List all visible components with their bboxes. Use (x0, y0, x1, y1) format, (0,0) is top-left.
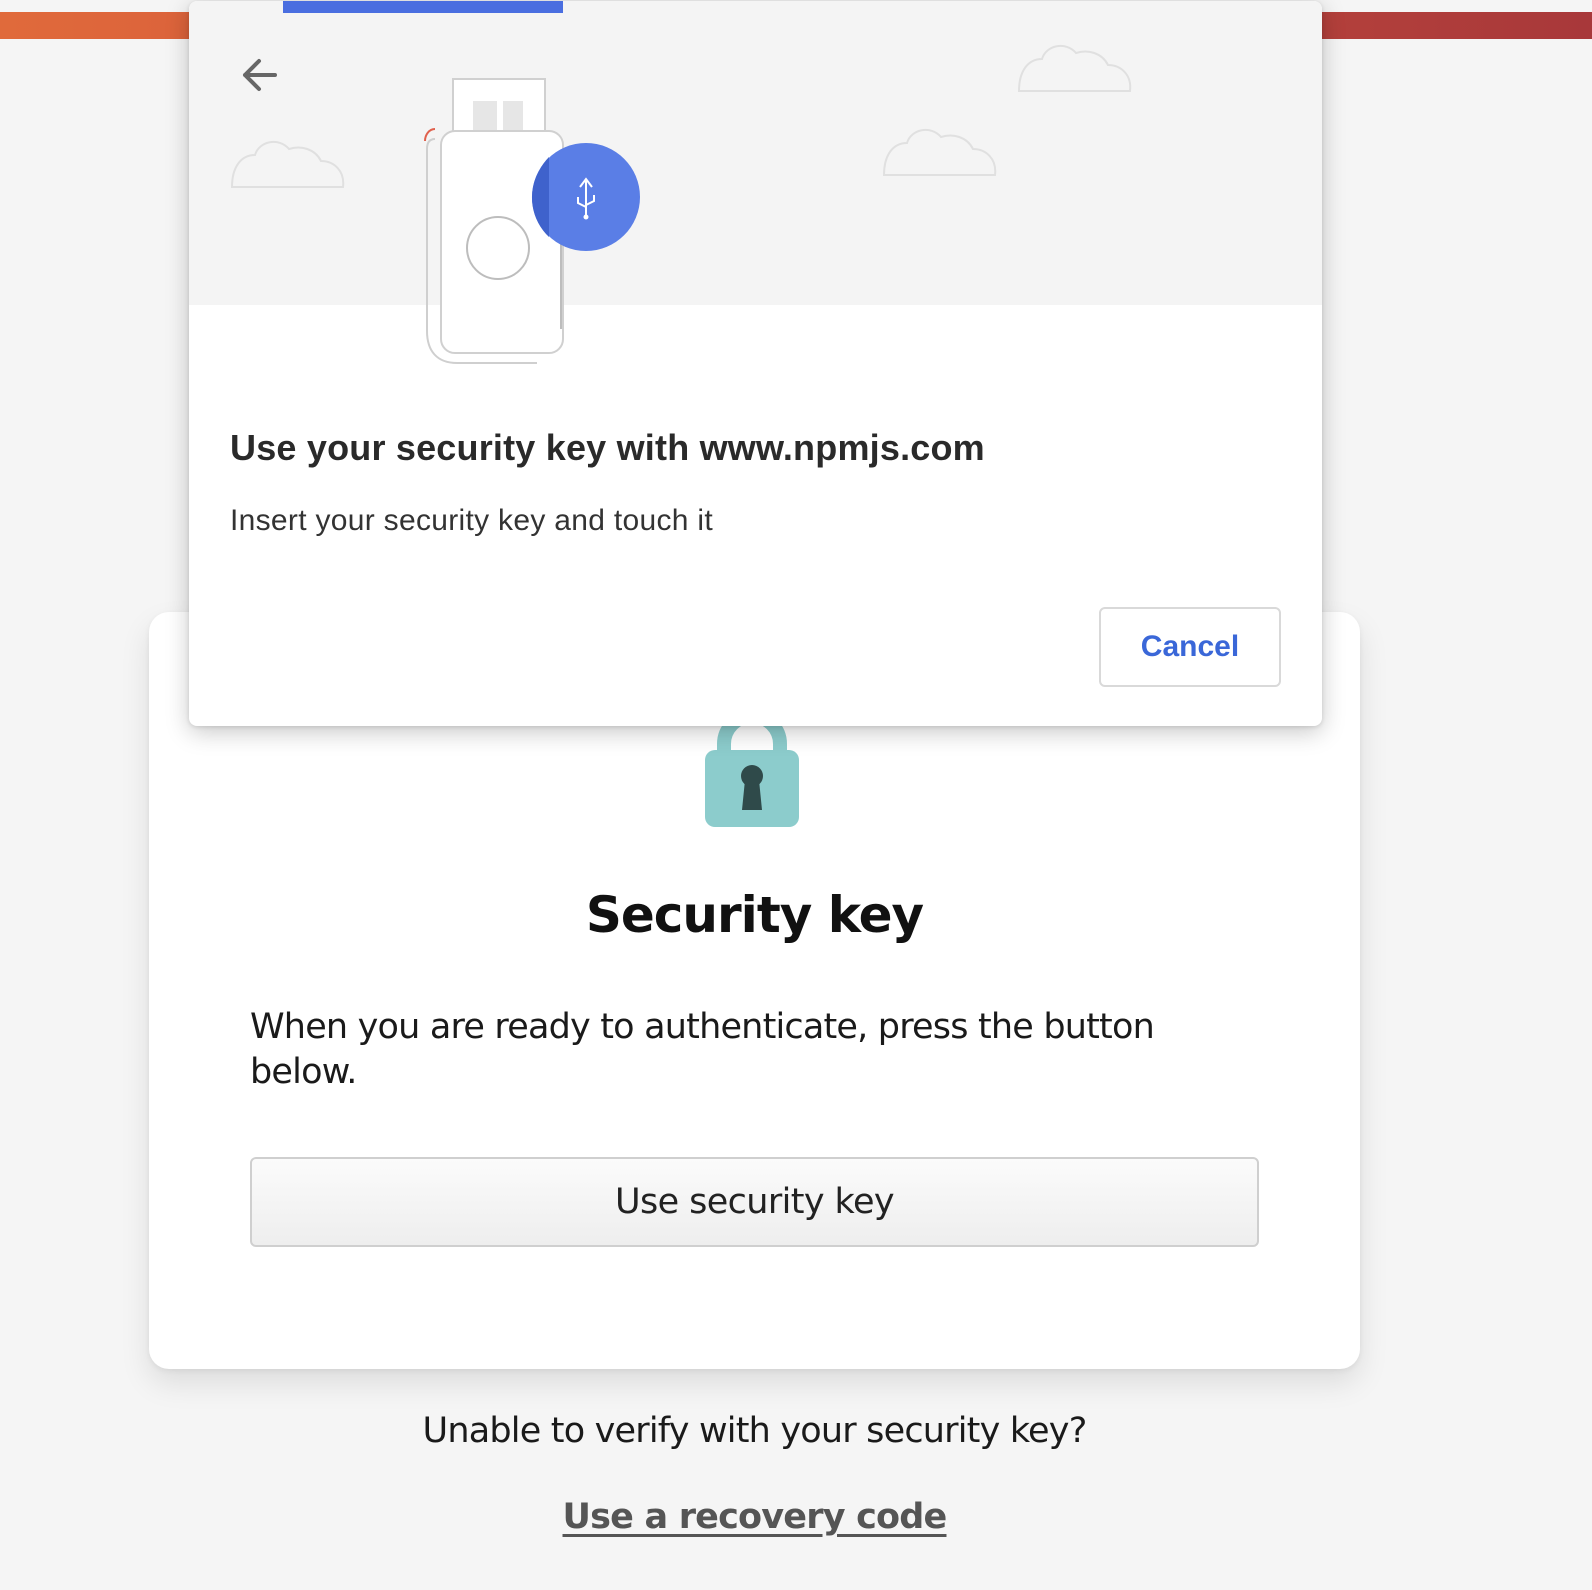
unable-to-verify-text: Unable to verify with your security key? (422, 1411, 1088, 1451)
card-title: Security key (585, 886, 924, 944)
dialog-instruction: Insert your security key and touch it (230, 504, 713, 537)
dialog-title: Use your security key with www.npmjs.com (230, 427, 985, 468)
security-key-illustration (230, 44, 1132, 364)
cloud-icon (230, 44, 1132, 188)
use-recovery-code-link[interactable]: Use a recovery code (563, 1497, 948, 1537)
card-description: When you are ready to authenticate, pres… (250, 1007, 1155, 1092)
webauthn-dialog: Use your security key with www.npmjs.com… (189, 1, 1322, 726)
use-security-key-button[interactable]: Use security key (250, 1157, 1259, 1247)
usb-icon (531, 143, 640, 251)
cancel-button[interactable]: Cancel (1099, 607, 1281, 687)
padlock-icon (705, 710, 799, 827)
recovery-code-link-row: Use a recovery code (149, 1497, 1360, 1537)
